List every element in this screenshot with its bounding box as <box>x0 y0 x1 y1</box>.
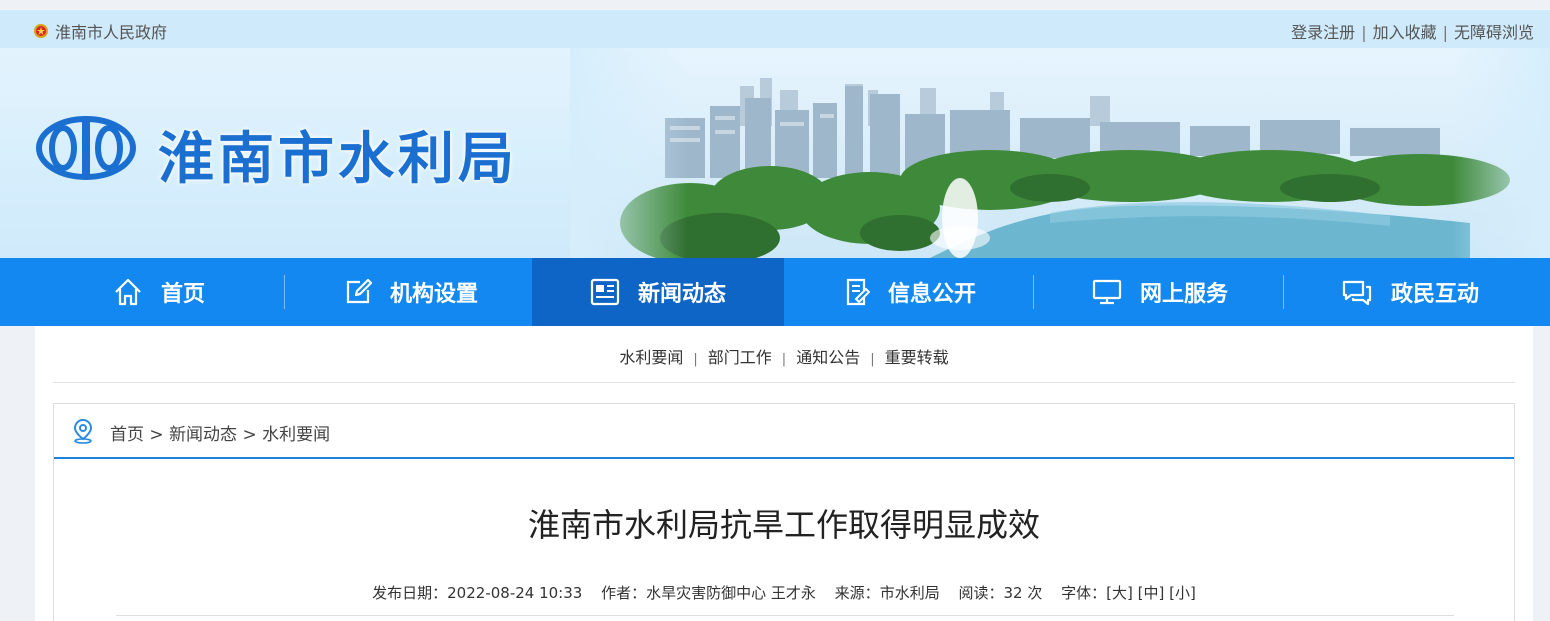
subnav-item-notices[interactable]: 通知公告 <box>796 348 860 367</box>
login-register-link[interactable]: 登录注册 <box>1291 23 1355 42</box>
divider <box>53 382 1515 383</box>
breadcrumb-home[interactable]: 首页 <box>110 425 144 445</box>
breadcrumb: 首页 > 新闻动态 > 水利要闻 <box>54 404 1514 459</box>
author: 水旱灾害防御中心 王才永 <box>646 584 816 602</box>
nav-item-label: 新闻动态 <box>637 282 726 307</box>
location-pin-icon <box>73 418 93 444</box>
home-icon <box>115 278 141 306</box>
nav-item-interaction[interactable]: 政民互动 <box>1284 258 1536 326</box>
water-bureau-logo-icon <box>36 116 136 180</box>
document-icon <box>846 278 870 306</box>
publish-date: 2022-08-24 10:33 <box>447 584 583 602</box>
read-count-label: 阅读： <box>958 584 1004 602</box>
subnav-item-reprints[interactable]: 重要转载 <box>885 348 949 367</box>
nav-item-home[interactable]: 首页 <box>33 258 285 326</box>
content-panel: 水利要闻 | 部门工作 | 通知公告 | 重要转载 首页 > 新闻动态 > 水利要闻 淮南市… <box>35 326 1533 621</box>
site-name: 淮南市水利局 <box>158 127 518 192</box>
main-nav: 首页 机构设置 新闻动态 信息公开 网上服务 政民互动 <box>0 258 1550 326</box>
nav-item-news[interactable]: 新闻动态 <box>532 258 784 326</box>
divider: | <box>693 352 698 367</box>
nav-item-label: 首页 <box>160 282 205 307</box>
divider <box>116 615 1454 616</box>
monitor-icon <box>1092 279 1122 305</box>
nav-item-info-disclosure[interactable]: 信息公开 <box>784 258 1036 326</box>
divider: | <box>1442 23 1448 42</box>
accessibility-link[interactable]: 无障碍浏览 <box>1454 23 1534 42</box>
nav-item-label: 网上服务 <box>1139 282 1228 307</box>
article-title: 淮南市水利局抗旱工作取得明显成效 <box>527 506 1040 544</box>
breadcrumb-news[interactable]: 新闻动态 <box>169 425 237 445</box>
gov-link[interactable]: 淮南市人民政府 <box>33 19 167 43</box>
national-emblem-icon <box>34 24 48 38</box>
divider: | <box>870 352 875 367</box>
edit-icon <box>346 278 372 304</box>
nav-item-organization[interactable]: 机构设置 <box>285 258 537 326</box>
article-meta: 发布日期：2022-08-24 10:33 作者：水旱灾害防御中心 王才永 来源… <box>54 582 1514 603</box>
font-size-large-button[interactable]: [大] <box>1106 584 1133 602</box>
top-links: 登录注册 | 加入收藏 | 无障碍浏览 <box>1291 19 1534 43</box>
nav-item-label: 信息公开 <box>887 282 976 307</box>
font-size-label: 字体： <box>1061 584 1107 602</box>
publish-date-label: 发布日期： <box>372 584 448 602</box>
read-count: 32 次 <box>1003 584 1043 602</box>
header-banner: 淮南市水利局 <box>0 48 1550 258</box>
nav-item-label: 政民互动 <box>1390 282 1479 307</box>
subnav-item-water-news[interactable]: 水利要闻 <box>619 348 683 367</box>
news-icon <box>590 278 620 306</box>
top-bar: 淮南市人民政府 登录注册 | 加入收藏 | 无障碍浏览 <box>0 10 1550 48</box>
breadcrumb-water-news[interactable]: 水利要闻 <box>262 425 330 445</box>
font-size-small-button[interactable]: [小] <box>1169 584 1196 602</box>
source-label: 来源： <box>834 584 880 602</box>
breadcrumb-path: 首页 > 新闻动态 > 水利要闻 <box>110 420 330 445</box>
article-container: 首页 > 新闻动态 > 水利要闻 淮南市水利局抗旱工作取得明显成效 发布日期：2… <box>53 403 1515 621</box>
source: 市水利局 <box>879 584 940 602</box>
chat-icon <box>1342 280 1372 306</box>
add-favorite-link[interactable]: 加入收藏 <box>1373 23 1437 42</box>
nav-item-online-services[interactable]: 网上服务 <box>1034 258 1286 326</box>
divider: | <box>781 352 787 367</box>
nav-item-label: 机构设置 <box>389 282 478 307</box>
subnav-item-dept-work[interactable]: 部门工作 <box>708 348 772 367</box>
author-label: 作者： <box>601 584 647 602</box>
divider: | <box>1361 23 1367 42</box>
city-lake-scenery-image <box>570 48 1550 258</box>
sub-nav: 水利要闻 | 部门工作 | 通知公告 | 重要转载 <box>35 344 1533 368</box>
gov-name: 淮南市人民政府 <box>55 23 168 42</box>
breadcrumb-separator: > <box>149 425 164 445</box>
breadcrumb-separator: > <box>242 425 257 445</box>
font-size-medium-button[interactable]: [中] <box>1138 584 1165 602</box>
